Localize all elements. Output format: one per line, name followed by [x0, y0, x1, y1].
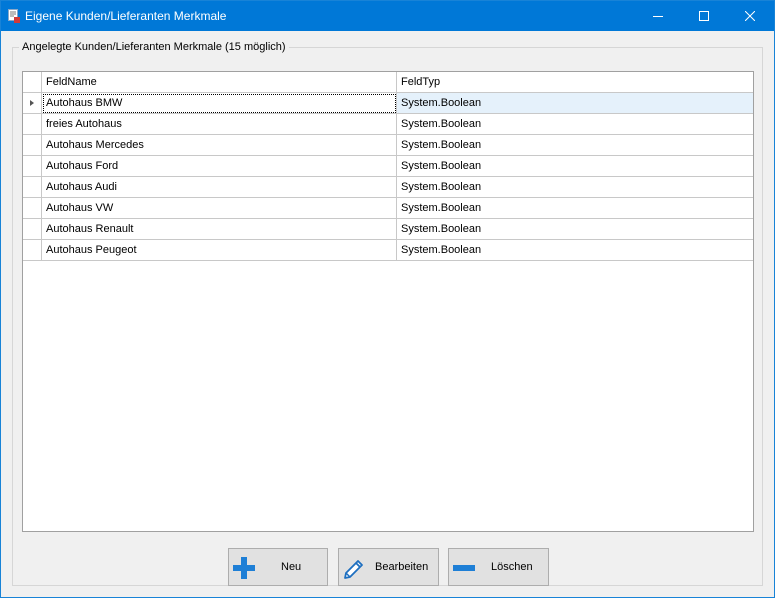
table-row[interactable]: Autohaus Peugeot System.Boolean [23, 240, 753, 261]
minus-icon [453, 565, 475, 571]
feldtyp-cell[interactable]: System.Boolean [397, 198, 753, 219]
row-selector[interactable] [23, 114, 42, 135]
current-row-arrow-icon [30, 100, 34, 106]
column-header-feldname[interactable]: FeldName [42, 72, 397, 92]
feldname-cell[interactable]: freies Autohaus [42, 114, 397, 135]
feldname-cell[interactable]: Autohaus Ford [42, 156, 397, 177]
pencil-icon [344, 560, 363, 579]
feldtyp-cell[interactable]: System.Boolean [397, 135, 753, 156]
row-selector[interactable] [23, 135, 42, 156]
dialog-window: Eigene Kunden/Lieferanten Merkmale Angel… [0, 0, 775, 598]
feldname-cell[interactable]: Autohaus Peugeot [42, 240, 397, 261]
groupbox-label: Angelegte Kunden/Lieferanten Merkmale (1… [19, 41, 289, 53]
maximize-button[interactable] [681, 1, 727, 31]
close-button[interactable] [727, 1, 773, 31]
minimize-button[interactable] [635, 1, 681, 31]
features-grid[interactable]: FeldName FeldTyp Autohaus BMW System.Bool… [22, 71, 754, 532]
grid-header: FeldName FeldTyp [23, 72, 753, 93]
row-selector[interactable] [23, 198, 42, 219]
feldname-cell[interactable]: Autohaus BMW [42, 93, 397, 114]
table-row[interactable]: Autohaus VW System.Boolean [23, 198, 753, 219]
table-row[interactable]: Autohaus Ford System.Boolean [23, 156, 753, 177]
feldtyp-cell[interactable]: System.Boolean [397, 93, 753, 114]
delete-button[interactable]: Löschen [448, 548, 549, 586]
close-icon [745, 11, 755, 21]
feldtyp-cell[interactable]: System.Boolean [397, 240, 753, 261]
edit-button[interactable]: Bearbeiten [338, 548, 439, 586]
row-selector[interactable] [23, 177, 42, 198]
table-row[interactable]: Autohaus Renault System.Boolean [23, 219, 753, 240]
row-selector[interactable] [23, 219, 42, 240]
feldtyp-cell[interactable]: System.Boolean [397, 177, 753, 198]
row-selector[interactable] [23, 93, 42, 114]
delete-button-label: Löschen [491, 561, 533, 573]
minimize-icon [653, 16, 663, 17]
feldname-cell[interactable]: Autohaus Mercedes [42, 135, 397, 156]
maximize-icon [699, 11, 709, 21]
table-row[interactable]: Autohaus BMW System.Boolean [23, 93, 753, 114]
table-row[interactable]: Autohaus Mercedes System.Boolean [23, 135, 753, 156]
row-selector-header[interactable] [23, 72, 42, 92]
app-icon [8, 9, 20, 23]
feldname-cell[interactable]: Autohaus VW [42, 198, 397, 219]
title-bar[interactable]: Eigene Kunden/Lieferanten Merkmale [1, 1, 774, 31]
feldname-cell[interactable]: Autohaus Renault [42, 219, 397, 240]
plus-icon [233, 557, 255, 579]
feldname-cell[interactable]: Autohaus Audi [42, 177, 397, 198]
row-selector[interactable] [23, 156, 42, 177]
row-selector[interactable] [23, 240, 42, 261]
new-button[interactable]: Neu [228, 548, 328, 586]
new-button-label: Neu [281, 561, 302, 573]
feldtyp-cell[interactable]: System.Boolean [397, 114, 753, 135]
feldtyp-cell[interactable]: System.Boolean [397, 156, 753, 177]
edit-button-label: Bearbeiten [375, 561, 429, 573]
column-header-feldtyp[interactable]: FeldTyp [397, 72, 754, 92]
feldtyp-cell[interactable]: System.Boolean [397, 219, 753, 240]
table-row[interactable]: freies Autohaus System.Boolean [23, 114, 753, 135]
window-title: Eigene Kunden/Lieferanten Merkmale [25, 9, 227, 23]
table-row[interactable]: Autohaus Audi System.Boolean [23, 177, 753, 198]
